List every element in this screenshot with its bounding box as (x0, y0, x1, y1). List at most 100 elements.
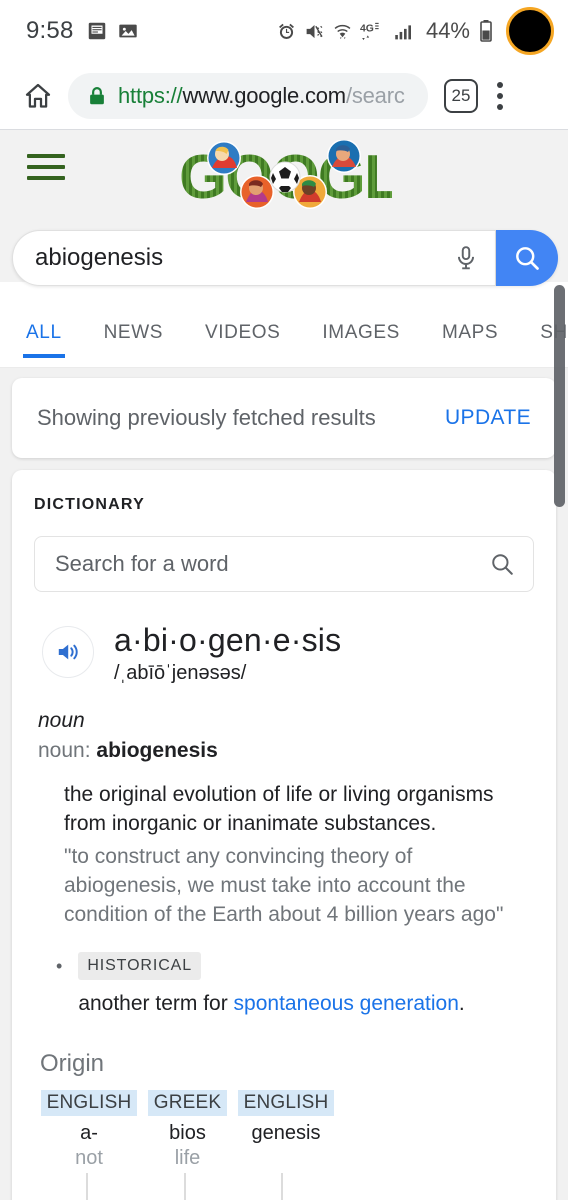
kebab-dot (497, 81, 503, 88)
lock-icon (90, 86, 104, 104)
etymology-component: ENGLISH genesis (237, 1089, 335, 1171)
update-button[interactable]: UPDATE (445, 406, 531, 430)
battery-percent: 44% (425, 18, 470, 43)
tab-counter-button[interactable]: 25 (444, 78, 478, 113)
hamburger-line (27, 176, 65, 180)
google-header: GOOGLE (0, 130, 568, 286)
tab-videos[interactable]: VIDEOS (205, 312, 280, 358)
dictionary-card: DICTIONARY Search for a word a·bi·o·gen·… (12, 470, 556, 1200)
pronounce-button[interactable] (42, 626, 94, 678)
status-right-icons: 4G 44% (276, 18, 494, 44)
hamburger-line (27, 165, 65, 169)
origin-heading: Origin (40, 1049, 105, 1077)
speaker-icon (58, 644, 78, 660)
etymology-gloss (237, 1147, 335, 1171)
previously-fetched-card: Showing previously fetched results UPDAT… (12, 378, 556, 458)
headword-block: a·bi·o·gen·e·sis /ˌabīōˈjenəsəs/ (114, 622, 341, 685)
home-button[interactable] (12, 81, 64, 111)
dictionary-section-label: DICTIONARY (34, 496, 145, 513)
headword-row: a·bi·o·gen·e·sis /ˌabīōˈjenəsəs/ (34, 622, 534, 685)
etymology-component: ENGLISH a- not (40, 1089, 138, 1171)
kebab-dot (497, 92, 503, 99)
etymology-components: ENGLISH a- not GREEK bios life ENGLISH g… (40, 1089, 534, 1171)
etymology-term: bios (169, 1121, 206, 1144)
etymology-gloss: not (75, 1146, 103, 1169)
pos-sub-word: abiogenesis (96, 738, 218, 762)
doodle-fan-1 (206, 141, 241, 175)
tab-images[interactable]: IMAGES (322, 312, 400, 358)
image-icon (118, 24, 137, 38)
search-row: abiogenesis (12, 230, 558, 286)
definition-text: the original evolution of life or living… (64, 782, 494, 835)
part-of-speech-sub: noun: abiogenesis (38, 739, 534, 763)
doodle-fan-3 (239, 175, 274, 209)
mute-icon (306, 24, 323, 38)
browser-toolbar: https://www.google.com/searc 25 (0, 62, 568, 130)
tab-news[interactable]: NEWS (104, 312, 163, 358)
avatar[interactable] (506, 7, 554, 55)
battery-icon (480, 20, 492, 42)
result-tabs: ALL NEWS VIDEOS IMAGES MAPS SHOPPING (0, 312, 568, 368)
doodle-fan-2 (326, 140, 361, 173)
search-icon (516, 247, 539, 270)
search-query-text: abiogenesis (35, 244, 164, 271)
tab-all[interactable]: ALL (23, 312, 65, 358)
search-submit-button[interactable] (496, 230, 558, 286)
tab-maps[interactable]: MAPS (442, 312, 498, 358)
pos-sub-prefix: noun: (38, 738, 97, 762)
historical-tag: HISTORICAL (78, 951, 202, 980)
etymology-language: GREEK (147, 1089, 228, 1116)
example-text: "to construct any convincing theory of a… (64, 844, 504, 926)
url-text: https://www.google.com/searc (118, 83, 405, 109)
sub-sense-item: • HISTORICAL another term for spontaneou… (34, 951, 534, 1016)
svg-text:4G: 4G (360, 23, 374, 34)
url-host: www.google.com (182, 82, 346, 108)
phone-screen: 9:58 4G 44% https://www.google.com/searc… (0, 0, 568, 1200)
headword: a·bi·o·gen·e·sis (114, 622, 342, 658)
etymology-gloss: life (174, 1146, 201, 1169)
sub-def-suffix: . (458, 991, 465, 1015)
spontaneous-generation-link[interactable]: spontaneous generation (234, 992, 459, 1015)
hamburger-menu-button[interactable] (27, 154, 65, 187)
url-path: /searc (345, 82, 405, 108)
url-bar[interactable]: https://www.google.com/searc (68, 72, 428, 119)
search-icon[interactable] (489, 551, 515, 577)
kebab-dot (497, 103, 503, 110)
status-left-icons (86, 20, 139, 42)
etymology-component: GREEK bios life (140, 1089, 235, 1171)
results-body: Showing previously fetched results UPDAT… (0, 368, 568, 1200)
fetched-message: Showing previously fetched results (37, 405, 376, 430)
sub-def-prefix: another term for (78, 991, 234, 1015)
page-scrollbar[interactable] (554, 285, 565, 507)
4g-icon: 4G (360, 22, 379, 40)
hamburger-line (27, 154, 65, 158)
browser-menu-button[interactable] (478, 81, 522, 110)
word-search-field[interactable]: Search for a word (34, 536, 534, 592)
etymology-language: ENGLISH (40, 1089, 138, 1116)
sub-sense-body: HISTORICAL another term for spontaneous … (78, 951, 465, 1016)
microphone-icon (457, 246, 475, 270)
google-doodle-logo[interactable]: GOOGLE (177, 140, 392, 212)
etymology-term: genesis (251, 1121, 321, 1144)
doodle-soccer-ball (269, 161, 300, 193)
signal-icon (395, 24, 411, 39)
status-time: 9:58 (26, 17, 74, 44)
voice-search-button[interactable] (437, 245, 495, 271)
etymology-language: ENGLISH (237, 1089, 335, 1116)
home-icon (25, 83, 51, 108)
url-scheme: https:// (118, 82, 183, 108)
bullet-marker: • (56, 955, 63, 976)
status-bar: 9:58 4G 44% (0, 0, 568, 62)
sub-definition-text: another term for spontaneous generation. (78, 992, 464, 1016)
etymology-tree: ENGLISH a- not GREEK bios life ENGLISH g… (34, 1089, 534, 1200)
etymology-connector-lines (86, 1172, 283, 1200)
phonetic-spelling: /ˌabīōˈjenəsəs/ (114, 661, 247, 684)
wifi-icon (334, 24, 351, 39)
alarm-icon (279, 23, 294, 39)
etymology-term: a- (80, 1121, 98, 1144)
search-input[interactable]: abiogenesis (12, 230, 496, 286)
book-icon (88, 22, 105, 40)
sense-block: the original evolution of life or living… (34, 781, 534, 930)
word-search-placeholder: Search for a word (55, 551, 229, 576)
part-of-speech: noun (38, 708, 85, 732)
